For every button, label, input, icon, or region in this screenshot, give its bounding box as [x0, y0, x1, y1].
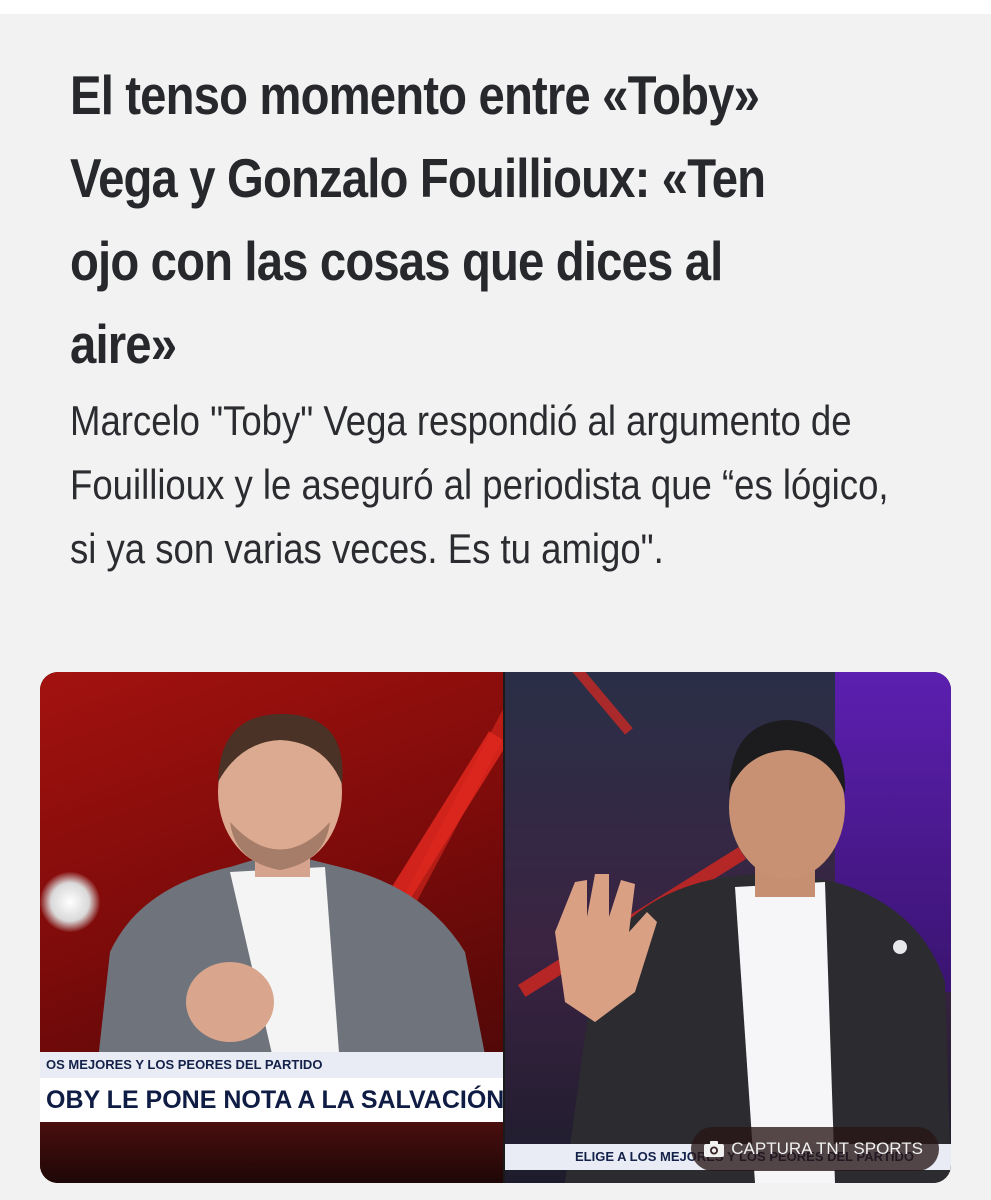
studio-desk [40, 1122, 505, 1183]
tv-ticker-small-left: OS MEJORES Y LOS PEORES DEL PARTIDO [40, 1052, 505, 1078]
article-subheadline: Marcelo "Toby" Vega respondió al argumen… [70, 397, 889, 572]
photo-credit-badge: CAPTURA TNT SPORTS [691, 1127, 939, 1171]
tv-ticker-main-left: OBY LE PONE NOTA A LA SALVACIÓN DE LA U [40, 1078, 505, 1122]
image-panel-left: OS MEJORES Y LOS PEORES DEL PARTIDO OBY … [40, 672, 505, 1183]
image-panel-right: ELIGE A LOS MEJORES Y LOS PEORES DEL PAR… [505, 672, 951, 1183]
commentator-figure [555, 720, 951, 1183]
camera-icon [703, 1140, 725, 1158]
photo-credit-text: CAPTURA TNT SPORTS [731, 1139, 923, 1158]
article-image[interactable]: OS MEJORES Y LOS PEORES DEL PARTIDO OBY … [40, 672, 951, 1183]
article-headline[interactable]: El tenso momento entre «Toby» Vega y Gon… [70, 54, 810, 386]
